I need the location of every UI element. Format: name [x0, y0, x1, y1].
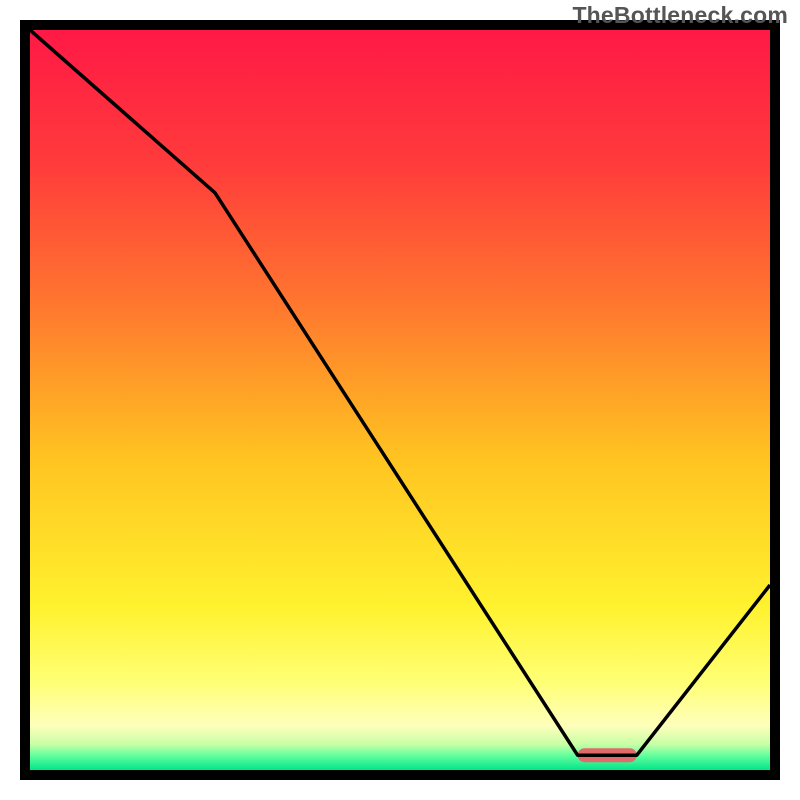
watermark-label: TheBottleneck.com: [572, 2, 788, 29]
chart-container: TheBottleneck.com: [0, 0, 800, 800]
bottleneck-chart: [0, 0, 800, 800]
gradient-background: [30, 30, 770, 770]
